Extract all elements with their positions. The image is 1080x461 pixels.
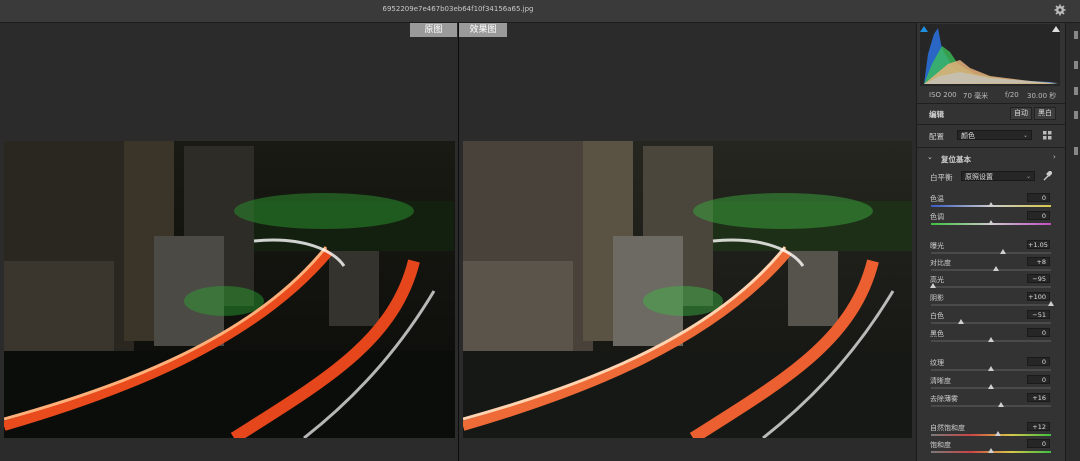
wb-select[interactable]: 原照设置 ⌄ [961, 171, 1035, 181]
slider-label: 清晰度 [930, 377, 951, 385]
slider-value-input[interactable]: 0 [1027, 439, 1050, 448]
tool-icon[interactable] [1074, 87, 1078, 95]
tool-strip [1065, 23, 1080, 461]
edit-title: 编辑 [929, 110, 944, 119]
slider-value-input[interactable]: −51 [1027, 310, 1050, 319]
adjust-panel: ISO 200 70 毫米 f/20 30.00 秒 编辑 自动 黑白 配置 颜… [916, 23, 1065, 461]
slider-value-input[interactable]: +12 [1027, 422, 1050, 431]
gear-icon[interactable] [1054, 4, 1066, 16]
slider-value-input[interactable]: +16 [1027, 393, 1050, 402]
bw-button[interactable]: 黑白 [1034, 107, 1056, 120]
slider-thumb[interactable] [988, 202, 994, 207]
before-label: 原图 [410, 23, 457, 37]
tool-icon[interactable] [1074, 111, 1078, 119]
focal-value: 70 毫米 [963, 92, 989, 100]
slider-value-input[interactable]: 0 [1027, 328, 1050, 337]
profile-value: 颜色 [961, 132, 975, 140]
slider-label: 色调 [930, 213, 944, 221]
slider-thumb[interactable] [988, 384, 994, 389]
section-more-icon[interactable]: › [1053, 153, 1056, 161]
slider-value-input[interactable]: 0 [1027, 211, 1050, 220]
slider-thumb[interactable] [988, 337, 994, 342]
slider-value-input[interactable]: −95 [1027, 274, 1050, 283]
slider-track[interactable] [931, 366, 1051, 371]
slider-track[interactable] [931, 431, 1051, 436]
section-title[interactable]: 复位基本 [941, 154, 971, 165]
wb-value: 原照设置 [965, 173, 993, 181]
slider-value-input[interactable]: +1.05 [1027, 240, 1050, 249]
chevron-down-icon: ⌄ [1022, 132, 1028, 139]
view-divider [458, 23, 459, 461]
slider-track[interactable] [931, 266, 1051, 271]
slider-label: 黑色 [930, 330, 944, 338]
slider-thumb[interactable] [997, 402, 1004, 407]
chevron-down-icon: ⌄ [1025, 173, 1031, 180]
wb-label: 白平衡 [930, 173, 953, 182]
title-bar: 6952209e7e467b03eb64f10f34156a65.jpg [0, 0, 1080, 23]
slider-thumb[interactable] [992, 266, 999, 271]
slider-label: 去除薄雾 [930, 395, 958, 403]
tool-icon[interactable] [1074, 31, 1078, 39]
auto-button[interactable]: 自动 [1010, 107, 1032, 120]
slider-label: 阴影 [930, 294, 944, 302]
slider-label: 饱和度 [930, 441, 951, 449]
histogram [920, 24, 1060, 86]
slider-thumb[interactable] [1000, 249, 1006, 254]
slider-thumb[interactable] [988, 366, 994, 371]
profile-select[interactable]: 颜色 ⌄ [957, 130, 1032, 140]
slider-track[interactable] [931, 384, 1051, 389]
slider-value-input[interactable]: 0 [1027, 375, 1050, 384]
tool-icon[interactable] [1074, 61, 1078, 69]
slider-track[interactable] [931, 249, 1051, 254]
image-canvas[interactable]: 原图 效果图 [0, 23, 916, 461]
slider-value-input[interactable]: 0 [1027, 357, 1050, 366]
slider-thumb[interactable] [988, 448, 994, 453]
grid-icon[interactable] [1043, 131, 1052, 140]
section-chevron-icon[interactable]: ⌄ [927, 153, 933, 161]
slider-label: 对比度 [930, 259, 951, 267]
slider-thumb[interactable] [958, 319, 964, 324]
slider-track[interactable] [931, 402, 1051, 407]
iso-value: ISO 200 [929, 91, 957, 99]
slider-value-input[interactable]: 0 [1027, 193, 1050, 202]
slider-thumb[interactable] [1048, 301, 1054, 306]
slider-value-input[interactable]: +8 [1027, 257, 1050, 266]
slider-thumb[interactable] [995, 431, 1002, 436]
slider-track[interactable] [931, 448, 1051, 453]
slider-track[interactable] [931, 301, 1054, 306]
slider-label: 白色 [930, 312, 944, 320]
eyedropper-icon[interactable] [1043, 171, 1052, 181]
slider-thumb[interactable] [930, 283, 937, 288]
divider [917, 147, 1065, 148]
shutter-value: 30.00 秒 [1027, 92, 1057, 100]
tool-icon[interactable] [1074, 147, 1078, 155]
slider-label: 色温 [930, 195, 944, 203]
after-photo [463, 141, 912, 438]
slider-thumb[interactable] [988, 220, 994, 225]
slider-track[interactable] [931, 337, 1051, 342]
slider-value-input[interactable]: +100 [1027, 292, 1050, 301]
slider-track[interactable] [931, 220, 1051, 225]
after-label: 效果图 [459, 23, 507, 37]
file-name: 6952209e7e467b03eb64f10f34156a65.jpg [382, 5, 534, 13]
divider [917, 124, 1065, 125]
profile-label: 配置 [929, 132, 944, 141]
slider-label: 曝光 [930, 242, 944, 250]
slider-label: 纹理 [930, 359, 944, 367]
slider-track[interactable] [930, 283, 1051, 288]
slider-label: 自然饱和度 [930, 424, 965, 432]
slider-track[interactable] [931, 202, 1051, 207]
aperture-value: f/20 [1005, 91, 1019, 99]
divider [917, 103, 1065, 104]
before-photo [4, 141, 455, 438]
slider-track[interactable] [931, 319, 1051, 324]
